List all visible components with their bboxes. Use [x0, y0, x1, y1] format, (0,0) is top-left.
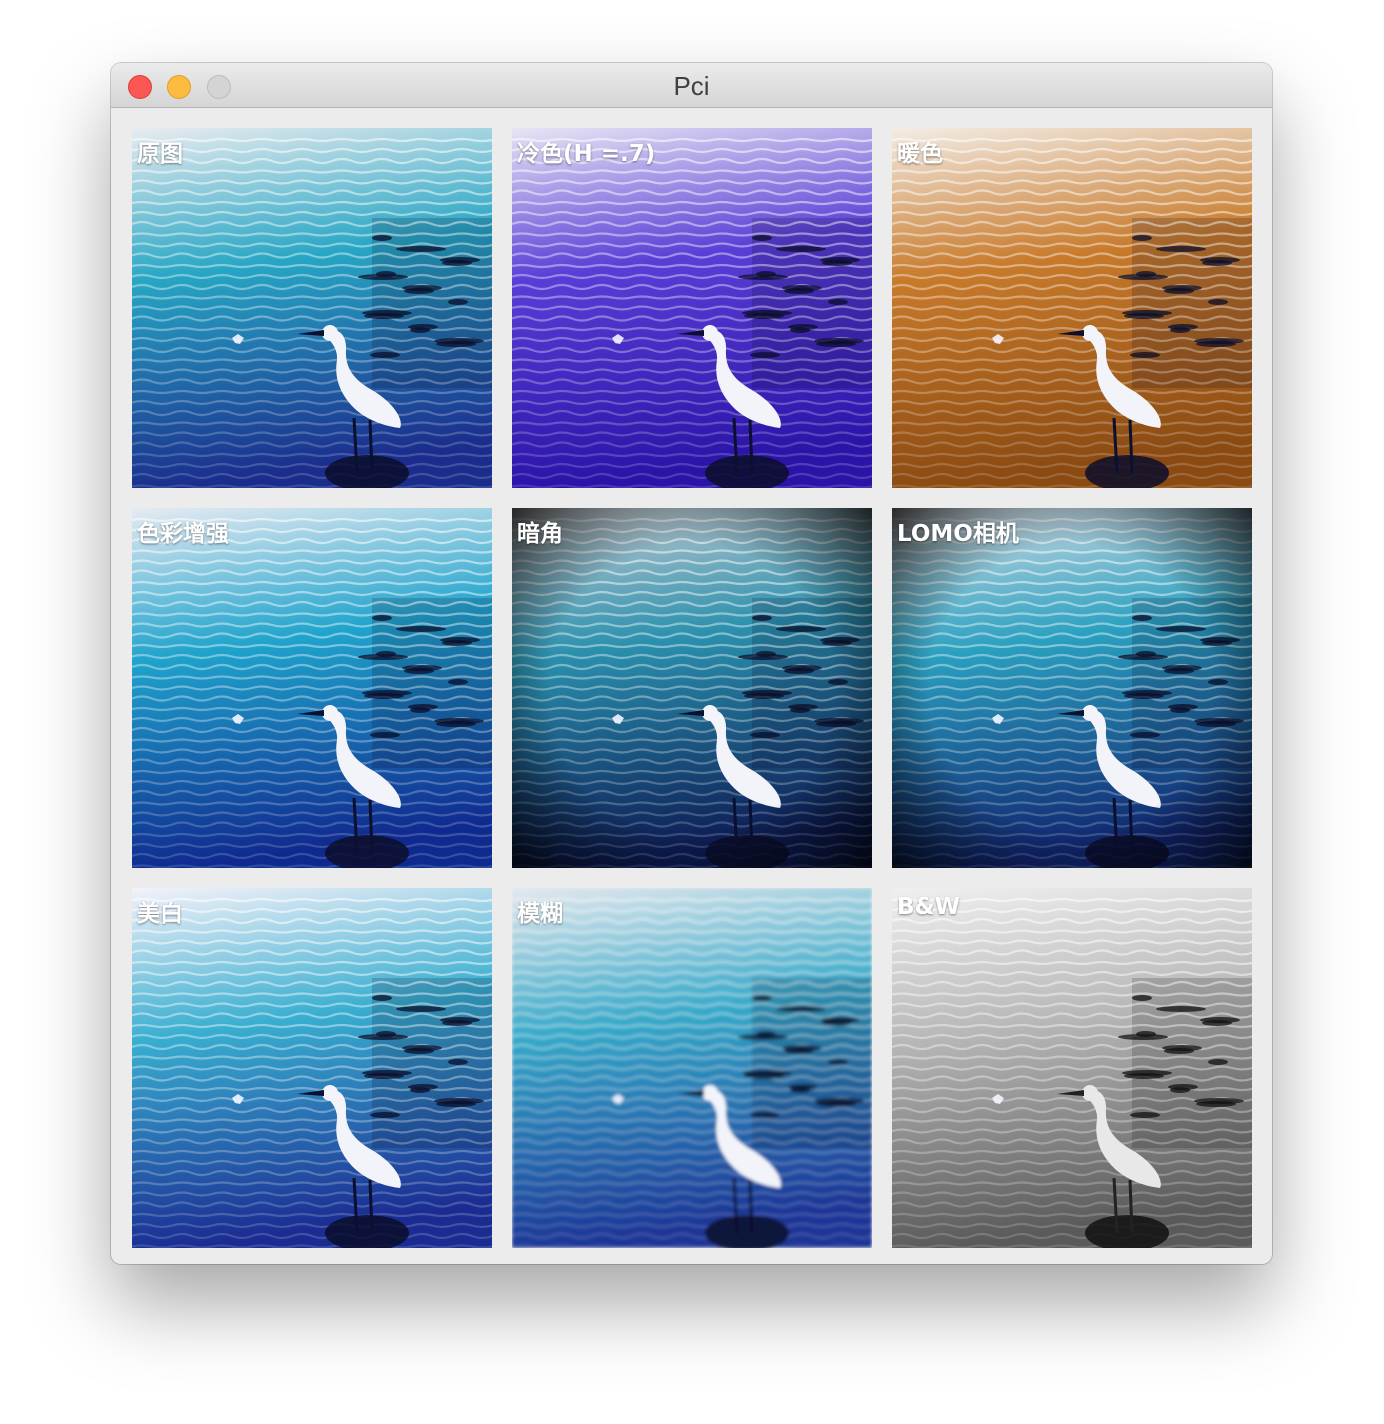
filter-tile-blur: 模糊: [512, 888, 872, 1248]
photo-warm: [892, 128, 1252, 488]
filter-tile-vignette: 暗角: [512, 508, 872, 868]
photo-original: [132, 128, 492, 488]
filter-label: 原图: [137, 141, 183, 167]
filter-tile-lomo: LOMO相机: [892, 508, 1252, 868]
window-title: Pci: [673, 71, 710, 101]
filter-tile-whiten: 美白: [132, 888, 492, 1248]
filter-tile-cool: 冷色(H =.7): [512, 128, 872, 488]
photo-enhanced: [132, 508, 492, 868]
photo-lomo: [892, 508, 1252, 868]
filter-tile-warm: 暖色: [892, 128, 1252, 488]
filter-label: 美白: [137, 901, 183, 927]
filter-label: 冷色(H =.7): [517, 141, 656, 167]
photo-bw: [892, 888, 1252, 1248]
photo-blur: [512, 888, 872, 1248]
photo-whiten: [132, 888, 492, 1248]
app-window: Pci 原图 冷色(H =.7) 暖色 色彩增强 暗角 LOMO相机 美白 模糊…: [111, 63, 1272, 1264]
filter-tile-enhanced: 色彩增强: [132, 508, 492, 868]
filter-tile-original: 原图: [132, 128, 492, 488]
filter-label: 暖色: [897, 141, 943, 167]
photo-vignette: [512, 508, 872, 868]
titlebar[interactable]: Pci: [111, 63, 1272, 108]
filter-tile-bw: B&W: [892, 888, 1252, 1248]
filter-label: 模糊: [517, 901, 563, 927]
filter-label: B&W: [897, 894, 960, 920]
filter-label: LOMO相机: [897, 521, 1019, 547]
photo-cool: [512, 128, 872, 488]
filter-label: 暗角: [517, 521, 563, 547]
filter-label: 色彩增强: [137, 521, 229, 547]
